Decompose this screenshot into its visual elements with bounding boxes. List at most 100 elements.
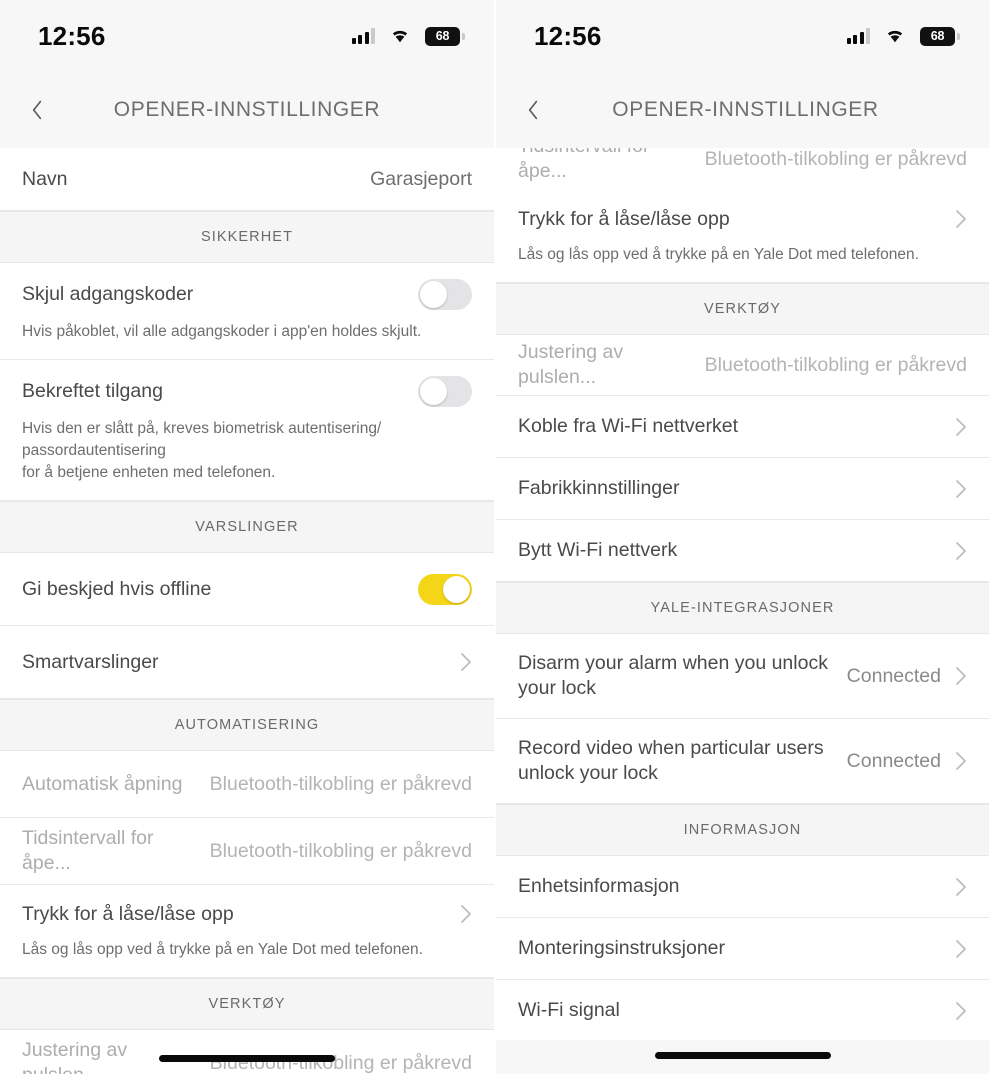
row-tap-to-lock[interactable]: Trykk for å låse/låse opp Lås og lås opp… [0,885,494,978]
row-smart-notifications[interactable]: Smartvarslinger [0,626,494,699]
row-wifi-signal[interactable]: Wi-Fi signal [496,980,989,1042]
row-verified-access[interactable]: Bekreftet tilgang Hvis den er slått på, … [0,360,494,501]
battery-level-text: 68 [435,28,450,43]
right-top-chrome: 12:56 68 OPENER-INNSTILLINGER [496,0,989,148]
back-chevron-icon [32,100,42,120]
row-subtitle: Lås og lås opp ved å trykke på en Yale D… [22,941,423,958]
row-label: Trykk for å låse/låse opp [22,902,234,925]
chevron-right-icon [956,417,966,436]
section-header-automation: AUTOMATISERING [0,699,494,751]
section-title: VERKTØY [208,996,286,1012]
row-value: Bluetooth-tilkobling er påkrevd [209,839,472,862]
notify-offline-toggle[interactable] [418,573,472,605]
row-label: Fabrikkinnstillinger [518,477,680,500]
row-label: Bekreftet tilgang [22,379,163,402]
back-button[interactable] [4,80,70,140]
row-label: Trykk for å låse/låse opp [518,207,730,230]
section-title: SIKKERHET [200,229,294,245]
row-mounting-instructions[interactable]: Monteringsinstruksjoner [496,918,989,980]
row-value: Connected [846,664,941,687]
cellular-signal-icon [846,28,870,44]
wifi-icon [389,28,411,44]
right-nav-bar: OPENER-INNSTILLINGER [496,72,989,148]
status-bar-icons: 68 [351,26,465,46]
chevron-right-icon [956,541,966,560]
row-value: Bluetooth-tilkobling er påkrevd [704,148,967,170]
row-record-video[interactable]: Record video when particular users unloc… [496,719,989,804]
wifi-icon [884,28,906,44]
chevron-right-icon [461,905,471,923]
row-subtitle: Hvis påkoblet, vil alle adgangskoder i a… [22,323,422,340]
chevron-right-icon [956,210,966,228]
row-time-interval: Tidsintervall for åpe... Bluetooth-tilko… [496,148,989,190]
right-settings-list[interactable]: Tidsintervall for åpe... Bluetooth-tilko… [496,148,989,1074]
right-status-bar: 12:56 68 [496,0,989,72]
chevron-right-icon [956,479,966,498]
section-title: VARSLINGER [195,519,299,535]
row-pulse-adjustment: Justering av pulslen... Bluetooth-tilkob… [0,1030,494,1074]
chevron-right-icon [461,653,471,671]
row-label: Tidsintervall for åpe... [22,827,154,874]
battery-icon: 68 [425,26,465,46]
row-device-info[interactable]: Enhetsinformasjon [496,856,989,918]
back-chevron-icon [528,100,538,120]
hide-access-codes-toggle[interactable] [418,278,472,310]
page-title: OPENER-INNSTILLINGER [612,98,879,121]
chevron-right-icon [956,877,966,896]
row-label: Monteringsinstruksjoner [518,937,726,960]
row-label: Disarm your alarm when you unlock your l… [518,652,828,699]
section-title: AUTOMATISERING [174,717,320,733]
row-tap-to-lock[interactable]: Trykk for å låse/låse opp Lås og lås opp… [496,190,989,283]
chevron-right-icon [956,1001,966,1020]
row-disconnect-wifi[interactable]: Koble fra Wi-Fi nettverket [496,396,989,458]
battery-icon: 68 [920,26,960,46]
row-factory-settings[interactable]: Fabrikkinnstillinger [496,458,989,520]
row-value: Bluetooth-tilkobling er påkrevd [704,353,967,376]
row-label: Tidsintervall for åpe... [518,148,649,182]
chevron-right-icon [956,752,966,770]
row-automatic-opening: Automatisk åpning Bluetooth-tilkobling e… [0,751,494,818]
row-change-wifi[interactable]: Bytt Wi-Fi nettverk [496,520,989,582]
left-nav-bar: OPENER-INNSTILLINGER [0,72,494,148]
left-status-bar: 12:56 68 [0,0,494,72]
left-phone-screen: 12:56 68 OPENER-INNSTILLINGER Navn Garas… [0,0,494,1074]
chevron-right-icon [956,939,966,958]
left-top-chrome: 12:56 68 OPENER-INNSTILLINGER [0,0,494,148]
partial-row-clip: Tidsintervall for åpe... Bluetooth-tilko… [496,148,989,190]
row-label: Koble fra Wi-Fi nettverket [518,415,738,438]
row-value: Bluetooth-tilkobling er påkrevd [209,772,472,795]
chevron-right-icon [956,667,966,685]
row-label: Enhetsinformasjon [518,875,680,898]
row-disarm-alarm[interactable]: Disarm your alarm when you unlock your l… [496,634,989,719]
battery-level-text: 68 [930,28,945,43]
verified-access-toggle[interactable] [418,375,472,407]
row-label: Navn [22,167,68,190]
section-header-information: INFORMASJON [496,804,989,856]
page-title: OPENER-INNSTILLINGER [113,98,381,121]
row-label: Smartvarslinger [22,650,159,673]
row-hide-access-codes[interactable]: Skjul adgangskoder Hvis påkoblet, vil al… [0,263,494,360]
back-button[interactable] [500,80,566,140]
row-name[interactable]: Navn Garasjeport [0,148,494,211]
row-label: Justering av pulslen... [518,341,624,388]
right-phone-screen: 12:56 68 OPENER-INNSTILLINGER åpe... Blu… [496,0,989,1074]
section-header-notifications: VARSLINGER [0,501,494,553]
row-value: Connected [846,749,941,772]
section-title: VERKTØY [704,301,781,317]
row-label: Automatisk åpning [22,772,183,795]
row-label: Skjul adgangskoder [22,282,194,305]
status-bar-icons: 68 [846,26,960,46]
row-subtitle: Hvis den er slått på, kreves biometrisk … [22,420,382,481]
section-title: YALE-INTEGRASJONER [650,600,835,616]
home-indicator [159,1055,335,1062]
home-indicator [654,1052,831,1059]
section-header-tools: VERKTØY [496,283,989,335]
row-label: Record video when particular users unloc… [518,737,824,784]
cellular-signal-icon [351,28,375,44]
section-title: INFORMASJON [683,822,802,838]
row-value: Garasjeport [370,167,472,190]
left-settings-list[interactable]: Navn Garasjeport SIKKERHET Skjul adgangs… [0,148,494,1074]
row-label: Wi-Fi signal [518,999,620,1022]
row-notify-if-offline[interactable]: Gi beskjed hvis offline [0,553,494,626]
section-header-security: SIKKERHET [0,211,494,263]
